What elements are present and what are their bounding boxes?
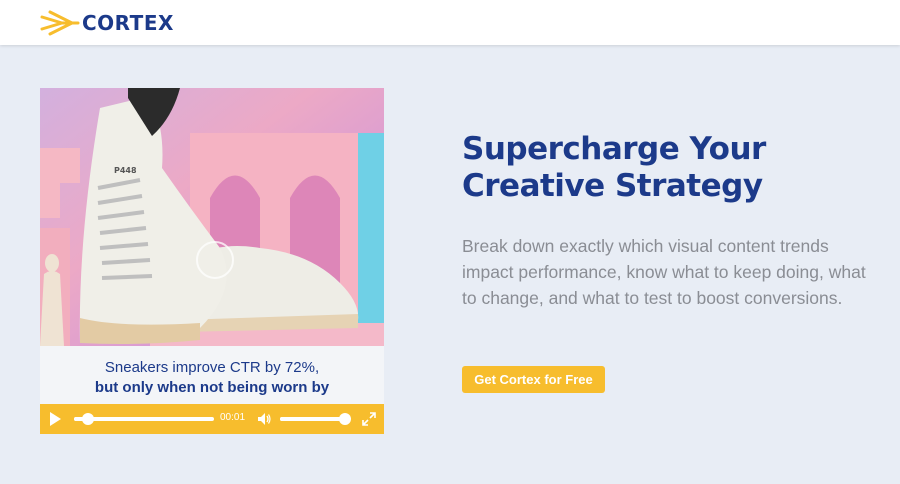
- progress-handle[interactable]: [82, 413, 94, 425]
- hero-description: Break down exactly which visual content …: [462, 236, 866, 308]
- volume-icon[interactable]: [257, 412, 271, 426]
- logo-text: CORTEX: [82, 11, 174, 35]
- video-player[interactable]: P448 Sneakers improve CTR by 72%, but on…: [40, 88, 384, 434]
- volume-slider[interactable]: [280, 413, 351, 425]
- get-cortex-button[interactable]: Get Cortex for Free: [462, 366, 605, 393]
- video-caption: Sneakers improve CTR by 72%, but only wh…: [40, 346, 384, 404]
- volume-handle[interactable]: [338, 413, 351, 425]
- cortex-logo[interactable]: CORTEX: [40, 9, 174, 37]
- headline-line-2: Creative Strategy: [462, 168, 763, 204]
- caption-line-2: but only when not being worn by: [94, 379, 330, 396]
- sneaker-scene: P448: [40, 88, 384, 346]
- cortex-logo-icon: [40, 10, 80, 36]
- hero-headline: Supercharge Your Creative Strategy: [462, 131, 882, 205]
- headline-line-1: Supercharge Your: [462, 131, 766, 167]
- volume-fill: [280, 417, 345, 421]
- current-time: 00:01: [220, 412, 246, 423]
- top-nav-bar: CORTEX: [0, 0, 900, 45]
- shoe-brand-label: P448: [114, 166, 137, 175]
- video-frame[interactable]: P448: [40, 88, 384, 346]
- progress-slider[interactable]: [74, 413, 214, 425]
- video-controls: 00:01: [40, 404, 384, 434]
- play-icon[interactable]: [47, 411, 63, 427]
- caption-line-1: Sneakers improve CTR by 72%,: [104, 359, 320, 376]
- fullscreen-icon[interactable]: [362, 412, 376, 426]
